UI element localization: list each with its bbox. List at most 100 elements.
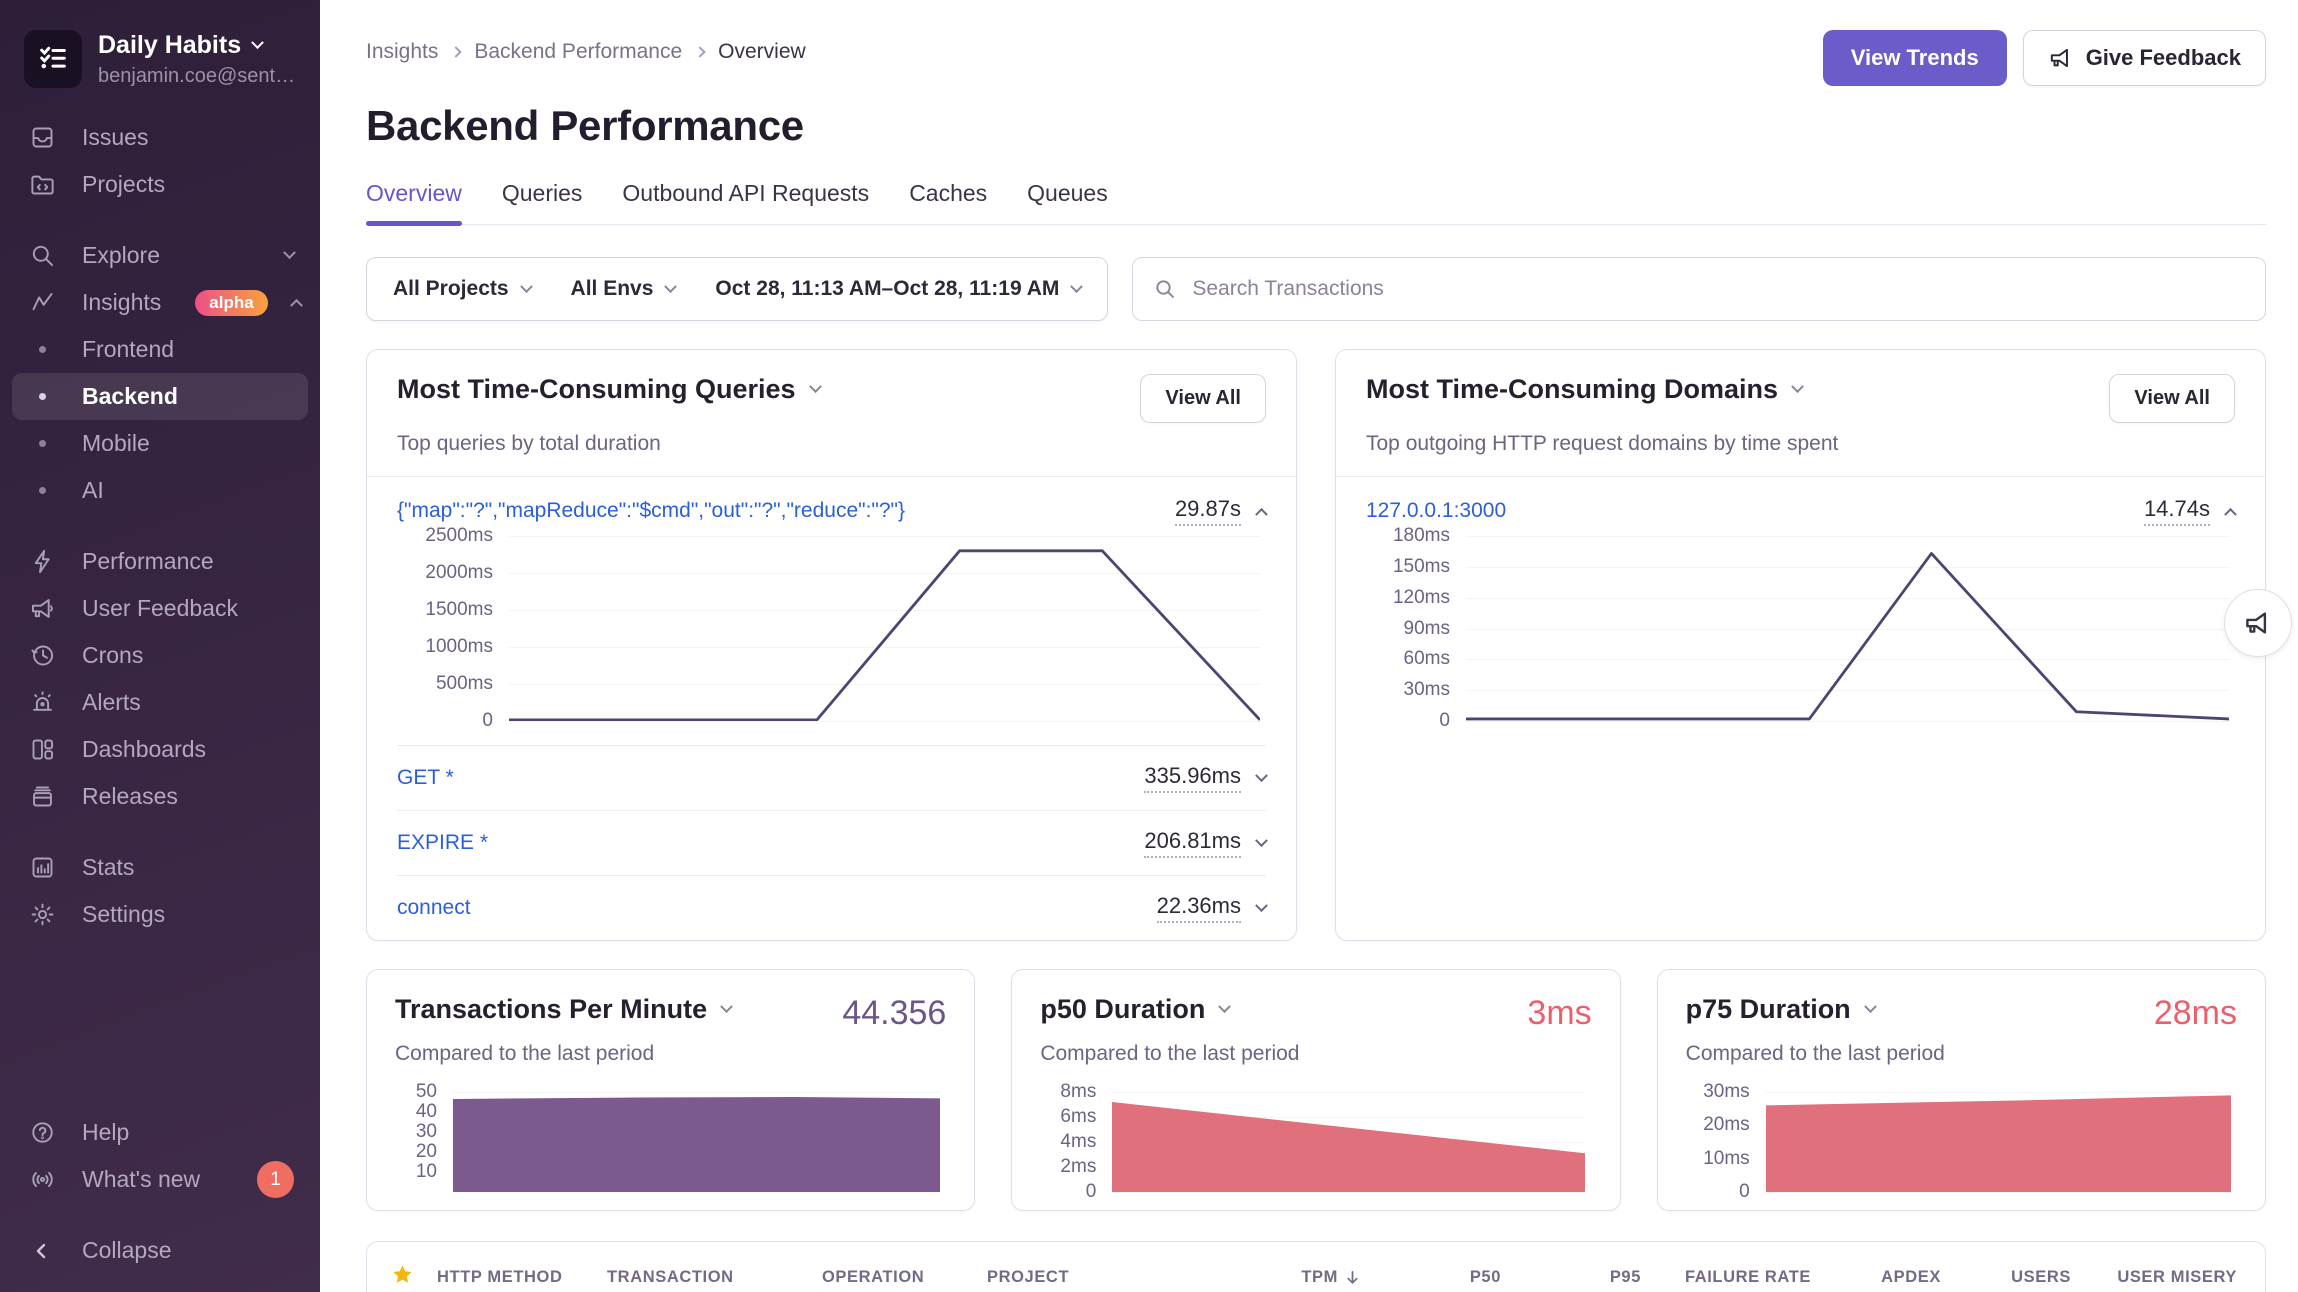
query-duration-value[interactable]: 206.81ms [1144, 828, 1241, 858]
p50-title-dropdown[interactable]: p50 Duration [1040, 994, 1229, 1025]
sidebar-item-releases[interactable]: Releases [0, 773, 320, 820]
query-link[interactable]: GET * [397, 766, 454, 790]
chevron-down-icon[interactable] [1255, 899, 1268, 912]
tab-caches[interactable]: Caches [909, 180, 987, 224]
domain-row-expanded: 127.0.0.1:3000 14.74s [1366, 477, 2235, 536]
query-row: EXPIRE * 206.81ms [397, 810, 1266, 875]
column-header-p95[interactable]: P95 [1507, 1268, 1647, 1287]
p75-title-dropdown[interactable]: p75 Duration [1686, 994, 1875, 1025]
issues-icon [26, 124, 58, 151]
column-header-user-misery[interactable]: USER MISERY [2077, 1268, 2265, 1287]
chevron-up-icon[interactable] [1255, 507, 1268, 520]
tab-overview[interactable]: Overview [366, 180, 462, 224]
sidebar-item-explore[interactable]: Explore [0, 232, 320, 279]
sidebar-item-whats-new[interactable]: What's new 1 [0, 1156, 320, 1203]
breadcrumb-backend-performance[interactable]: Backend Performance [474, 40, 682, 64]
column-header-transaction[interactable]: TRANSACTION [607, 1268, 822, 1287]
card-title: Most Time-Consuming Queries [397, 374, 796, 405]
give-feedback-button[interactable]: Give Feedback [2023, 30, 2266, 86]
sidebar-nav: Issues Projects Explore Insights alpha [0, 114, 320, 1274]
sort-descending-icon [1344, 1269, 1361, 1286]
sidebar-item-stats[interactable]: Stats [0, 844, 320, 891]
chevron-up-icon[interactable] [2224, 507, 2237, 520]
sidebar-item-ai[interactable]: AI [0, 467, 320, 514]
chevron-down-icon [251, 36, 264, 49]
sidebar-item-crons[interactable]: Crons [0, 632, 320, 679]
tab-outbound-api-requests[interactable]: Outbound API Requests [622, 180, 869, 224]
column-header-tpm[interactable]: TPM [1217, 1268, 1367, 1287]
column-header-tpm-label: TPM [1301, 1268, 1338, 1287]
sidebar-item-label: Crons [82, 642, 143, 669]
sidebar-item-collapse[interactable]: Collapse [0, 1227, 320, 1274]
sidebar-item-insights[interactable]: Insights alpha [0, 279, 320, 326]
org-switcher[interactable]: Daily Habits benjamin.coe@sent… [0, 22, 320, 114]
tab-queues[interactable]: Queues [1027, 180, 1108, 224]
help-icon [26, 1119, 58, 1146]
queries-card-title-dropdown[interactable]: Most Time-Consuming Queries [397, 374, 820, 405]
domains-card-title-dropdown[interactable]: Most Time-Consuming Domains [1366, 374, 1802, 405]
breadcrumb-insights[interactable]: Insights [366, 40, 438, 64]
search-transactions-input[interactable] [1192, 277, 2245, 301]
column-header-users[interactable]: USERS [1947, 1268, 2077, 1287]
projects-icon [26, 171, 58, 198]
column-header-operation[interactable]: OPERATION [822, 1268, 987, 1287]
chevron-down-icon [809, 380, 822, 393]
sidebar-item-mobile[interactable]: Mobile [0, 420, 320, 467]
query-link[interactable]: EXPIRE * [397, 831, 488, 855]
column-header-p50[interactable]: P50 [1367, 1268, 1507, 1287]
sidebar-item-backend[interactable]: Backend [12, 373, 308, 420]
sidebar-item-label: Alerts [82, 689, 141, 716]
view-trends-button[interactable]: View Trends [1823, 30, 2007, 86]
tpm-title-dropdown[interactable]: Transactions Per Minute [395, 994, 731, 1025]
card-title: Most Time-Consuming Domains [1366, 374, 1778, 405]
sidebar-item-alerts[interactable]: Alerts [0, 679, 320, 726]
bullet-icon [26, 440, 58, 447]
domain-link[interactable]: 127.0.0.1:3000 [1366, 499, 1506, 523]
siren-icon [26, 689, 58, 716]
search-transactions-box[interactable] [1132, 257, 2266, 321]
chevron-down-icon[interactable] [1255, 834, 1268, 847]
sidebar-item-frontend[interactable]: Frontend [0, 326, 320, 373]
domains-view-all-button[interactable]: View All [2109, 374, 2235, 423]
sidebar-item-issues[interactable]: Issues [0, 114, 320, 161]
query-duration-value[interactable]: 29.87s [1175, 496, 1241, 526]
column-header-apdex[interactable]: APDEX [1817, 1268, 1947, 1287]
sidebar-item-user-feedback[interactable]: User Feedback [0, 585, 320, 632]
card-subtitle: Compared to the last period [395, 1042, 946, 1066]
queries-view-all-button[interactable]: View All [1140, 374, 1266, 423]
query-duration-value[interactable]: 22.36ms [1157, 893, 1241, 923]
sidebar-item-dashboards[interactable]: Dashboards [0, 726, 320, 773]
sidebar-item-label: User Feedback [82, 595, 238, 622]
transactions-table-header: HTTP METHOD TRANSACTION OPERATION PROJEC… [367, 1242, 2265, 1292]
breadcrumb-overview: Overview [718, 40, 806, 64]
date-range-filter[interactable]: Oct 28, 11:13 AM–Oct 28, 11:19 AM [695, 277, 1101, 301]
sidebar-item-projects[interactable]: Projects [0, 161, 320, 208]
sidebar-item-help[interactable]: Help [0, 1109, 320, 1156]
date-range-label: Oct 28, 11:13 AM–Oct 28, 11:19 AM [715, 277, 1059, 301]
archive-box-icon [26, 783, 58, 810]
sidebar-item-label: Mobile [82, 430, 150, 457]
sidebar-item-settings[interactable]: Settings [0, 891, 320, 938]
breadcrumb: Insights Backend Performance Overview [366, 30, 806, 64]
megaphone-icon [2243, 608, 2273, 638]
query-link[interactable]: connect [397, 896, 471, 920]
query-row: GET * 335.96ms [397, 745, 1266, 810]
domain-duration-value[interactable]: 14.74s [2144, 496, 2210, 526]
starred-column-header-icon[interactable] [367, 1263, 437, 1291]
sidebar-item-performance[interactable]: Performance [0, 538, 320, 585]
column-header-project[interactable]: PROJECT [987, 1268, 1217, 1287]
query-duration-value[interactable]: 335.96ms [1144, 763, 1241, 793]
column-header-failure-rate[interactable]: FAILURE RATE [1647, 1268, 1817, 1287]
column-header-http-method[interactable]: HTTP METHOD [437, 1268, 607, 1287]
give-feedback-label: Give Feedback [2086, 45, 2241, 71]
tab-queries[interactable]: Queries [502, 180, 583, 224]
query-link[interactable]: {"map":"?","mapReduce":"$cmd","out":"?",… [397, 499, 905, 523]
environment-filter[interactable]: All Envs [551, 277, 696, 301]
sidebar-item-label: Explore [82, 242, 160, 269]
chevron-down-icon [665, 280, 678, 293]
floating-feedback-button[interactable] [2224, 589, 2292, 657]
chevron-down-icon [283, 246, 296, 259]
project-filter[interactable]: All Projects [373, 277, 551, 301]
chevron-down-icon[interactable] [1255, 769, 1268, 782]
sidebar-item-label: Collapse [82, 1237, 172, 1264]
